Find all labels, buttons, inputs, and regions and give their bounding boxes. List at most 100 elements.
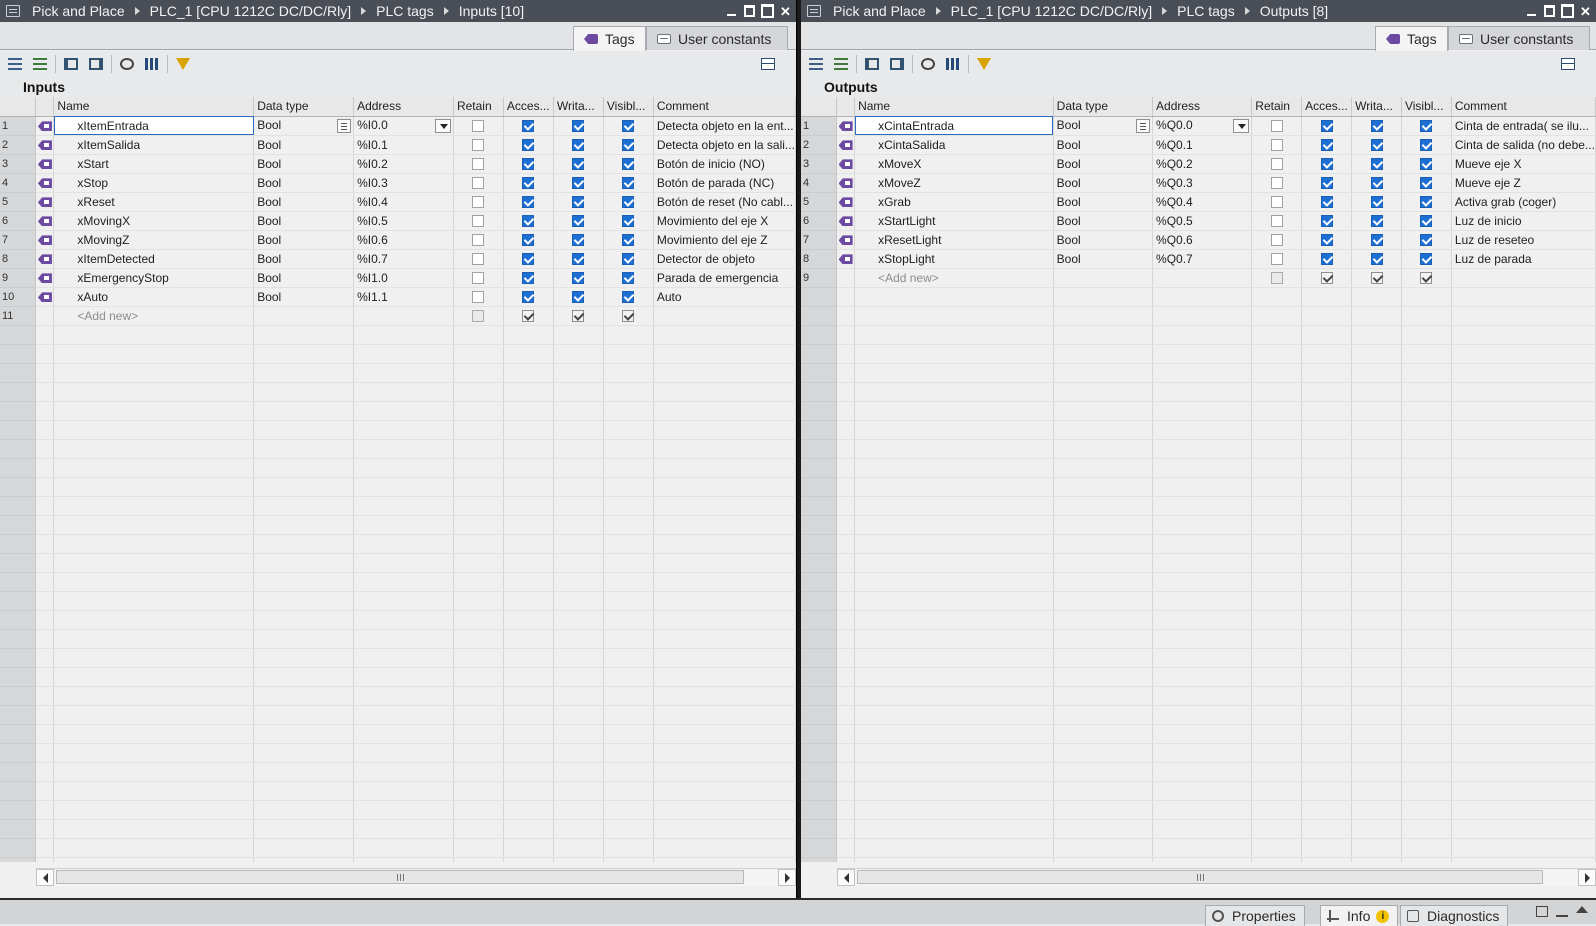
address-cell[interactable]: %Q0.5 [1152,211,1253,231]
scroll-right-icon[interactable] [1578,869,1596,886]
row-number[interactable]: 1 [801,116,838,136]
comment-cell[interactable]: Detecta objeto en la ent... [653,116,796,136]
tag-name-cell[interactable]: xMoveX [854,154,1054,174]
tag-name-cell[interactable]: xStartLight [854,211,1054,231]
tab-tags[interactable]: Tags [1375,26,1448,51]
checkbox[interactable] [472,177,485,190]
type-picker-button[interactable] [337,119,352,133]
table-row[interactable]: 3 xMoveX Bool %Q0.2 Mueve eje X [801,154,1596,174]
add-row-button[interactable] [29,54,51,74]
checkbox[interactable] [472,310,485,323]
comment-cell[interactable]: Detecta objeto en la sali... [653,135,796,155]
row-number[interactable]: 8 [0,249,37,269]
checkbox[interactable] [1420,272,1433,285]
address-cell[interactable]: %Q0.6 [1152,230,1253,250]
horizontal-scrollbar[interactable] [36,868,796,886]
data-type-cell[interactable]: Bool [253,249,355,269]
data-type-cell[interactable]: Bool [1053,230,1154,250]
checkbox[interactable] [622,272,635,285]
row-number[interactable]: 5 [801,192,838,212]
comment-cell[interactable]: Parada de emergencia [653,268,796,288]
tab-properties[interactable]: Properties [1205,905,1305,926]
overview-button[interactable] [1557,54,1579,74]
checkbox[interactable] [522,177,535,190]
header-visible[interactable]: Visibl... [1401,97,1452,117]
header-retain[interactable]: Retain [453,97,504,117]
row-number[interactable]: 9 [801,268,838,288]
header-address[interactable]: Address [353,97,454,117]
table-row[interactable]: 10 xAuto Bool %I1.1 Auto [0,287,796,307]
comment-cell[interactable]: Cinta de entrada( se ilu... [1451,116,1596,136]
breadcrumb-plc-tags[interactable]: PLC tags [1173,3,1239,19]
tag-name-cell[interactable]: xCintaSalida [854,135,1054,155]
checkbox[interactable] [472,196,485,209]
comment-cell[interactable]: Botón de parada (NC) [653,173,796,193]
table-row[interactable]: 4 xStop Bool %I0.3 Botón de parada (NC) [0,173,796,193]
data-type-cell[interactable]: Bool [1053,135,1154,155]
tag-name-cell[interactable]: xEmergencyStop [53,268,255,288]
header-accessible[interactable]: Acces... [1301,97,1353,117]
checkbox[interactable] [622,196,635,209]
checkbox[interactable] [1320,196,1333,209]
address-cell[interactable]: %I0.3 [353,173,454,193]
comment-cell[interactable]: Auto [653,287,796,307]
checkbox[interactable] [572,272,585,285]
add-row-button[interactable] [830,54,852,74]
scroll-right-icon[interactable] [778,869,796,886]
checkbox[interactable] [1420,253,1433,266]
checkbox[interactable] [572,234,585,247]
row-number[interactable]: 10 [0,287,37,307]
checkbox[interactable] [1320,158,1333,171]
table-row[interactable]: 8 xItemDetected Bool %I0.7 Detector de objet… [0,249,796,269]
data-type-cell[interactable]: Bool [1053,173,1154,193]
row-number[interactable]: 1 [0,116,37,136]
checkbox[interactable] [472,291,485,304]
tag-name-cell[interactable]: xMovingZ [53,230,255,250]
checkbox[interactable] [622,177,635,190]
data-type-cell[interactable]: Bool [1053,154,1154,174]
address-cell[interactable]: %I0.1 [353,135,454,155]
row-number[interactable]: 3 [801,154,838,174]
scroll-track[interactable] [855,869,1578,886]
checkbox[interactable] [1320,272,1333,285]
add-new-row[interactable]: 11 <Add new> [0,306,796,326]
checkbox[interactable] [1370,120,1383,133]
scroll-track[interactable] [54,869,778,886]
breadcrumb-project[interactable]: Pick and Place [829,3,930,19]
row-number[interactable]: 6 [0,211,37,231]
horizontal-scrollbar[interactable] [837,868,1596,886]
type-picker-button[interactable] [1136,119,1151,133]
checkbox[interactable] [472,158,485,171]
comment-cell[interactable]: Luz de parada [1451,249,1596,269]
header-name[interactable]: Name [53,97,255,117]
table-row[interactable]: 4 xMoveZ Bool %Q0.3 Mueve eje Z [801,173,1596,193]
breadcrumb-plc-tags[interactable]: PLC tags [372,3,438,19]
table-row[interactable]: 3 xStart Bool %I0.2 Botón de inicio (NO) [0,154,796,174]
header-data-type[interactable]: Data type [1053,97,1154,117]
checkbox[interactable] [1420,234,1433,247]
add-new-row[interactable]: 9 <Add new> [801,268,1596,288]
checkbox[interactable] [572,120,585,133]
checkbox[interactable] [572,158,585,171]
data-type-cell[interactable]: Bool [253,116,355,136]
table-row[interactable]: 2 xCintaSalida Bool %Q0.1 Cinta de salida (n… [801,135,1596,155]
checkbox[interactable] [572,196,585,209]
address-cell[interactable]: %Q0.3 [1152,173,1253,193]
row-number[interactable]: 3 [0,154,37,174]
tag-name-cell[interactable]: xItemEntrada [53,116,255,136]
row-number[interactable]: 4 [0,173,37,193]
tab-info[interactable]: Info i [1320,905,1399,926]
add-new-cell[interactable]: <Add new> [854,268,1054,288]
checkbox[interactable] [522,291,535,304]
scroll-left-icon[interactable] [837,869,855,886]
address-dropdown-button[interactable] [1233,119,1250,133]
table-row[interactable]: 6 xMovingX Bool %I0.5 Movimiento del eje X [0,211,796,231]
checkbox[interactable] [1320,253,1333,266]
address-cell[interactable]: %Q0.4 [1152,192,1253,212]
filter-button[interactable] [172,54,194,74]
address-cell[interactable]: %I0.0 [353,116,454,136]
monitor-all-button[interactable] [116,54,138,74]
row-number[interactable]: 5 [0,192,37,212]
address-cell[interactable]: %I1.0 [353,268,454,288]
checkbox[interactable] [1320,177,1333,190]
